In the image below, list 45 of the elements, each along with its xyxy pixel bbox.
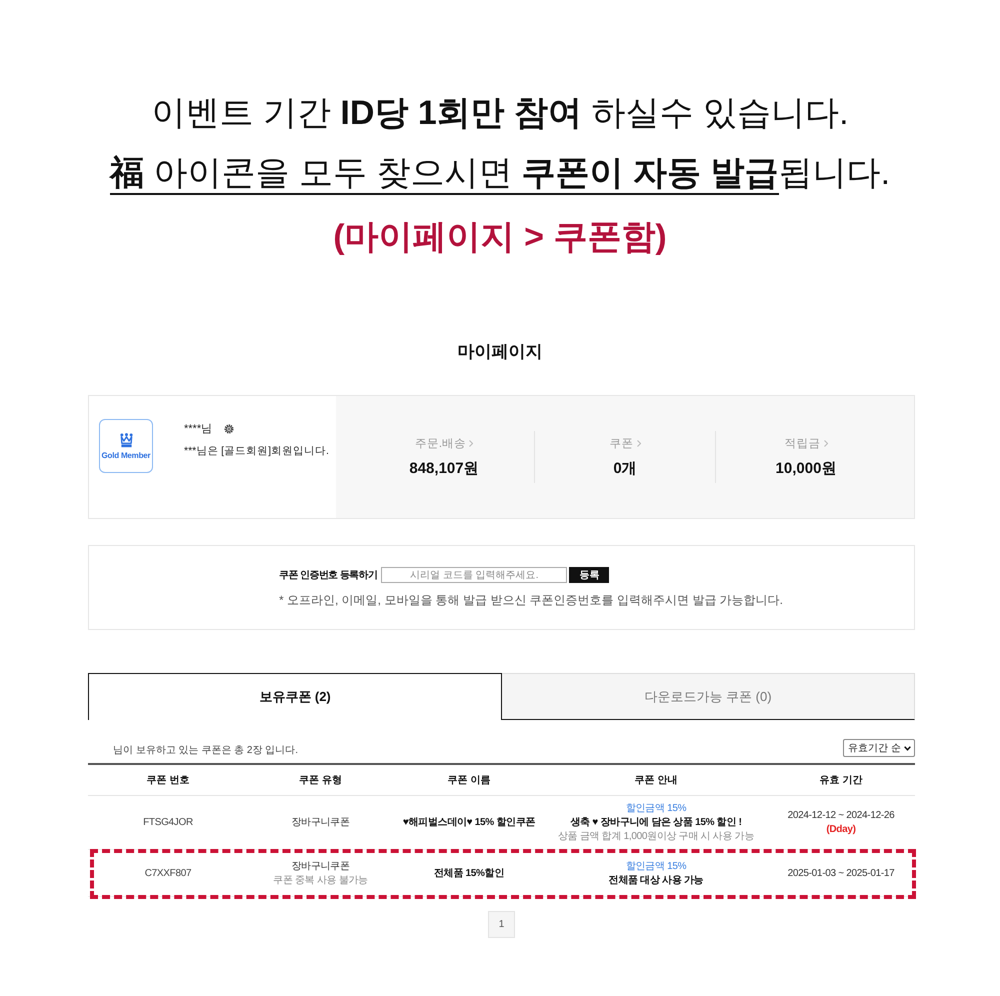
register-label: 쿠폰 인증번호 등록하기 [279,569,378,582]
column-header: 쿠폰 안내 [634,774,678,787]
chevron-icon [469,440,474,447]
coupon-description: 생축 ♥ 장바구니에 담은 상품 15% 할인 ! [570,816,742,829]
coupon-type-note: 쿠폰 중복 사용 불가능 [273,874,368,886]
usage-condition: 상품 금액 합계 1,000원이상 구매 시 사용 가능 [558,830,754,843]
notice-text: 이벤트 기간 ID당 1회만 참여 하실수 있습니다. [150,93,850,134]
chevron-icon [636,440,640,447]
stat-value: 10,000원 [776,460,836,478]
coupon-name: ♥해피벌스데이♥ 15% 할인쿠폰 [402,816,536,829]
caret-icon [904,746,911,750]
register-button[interactable]: 등록 [569,567,610,583]
discount-amount: 할인금액 15% [626,860,686,872]
member-badge: Gold Member [99,419,153,473]
column-header: 쿠폰 유형 [298,774,343,787]
grade-text: ***님은 [골드회원]회원입니다. [184,444,329,458]
coupon-description: 전체품 대상 사용 가능 [608,874,704,886]
column-header: 쿠폰 번호 [146,774,190,787]
discount-amount: 할인금액 15% [626,802,686,815]
coupon-number: FTSG4JOR [143,816,193,829]
page-title: 마이페이지 [456,341,544,363]
column-header: 유효 기간 [818,774,864,787]
page-button[interactable]: 1 [488,911,515,938]
dday-label: (Dday) [826,823,856,836]
notice-text: 福 아이콘을 모두 찾으시면 쿠폰이 자동 발급됩니다. [0,144,1000,206]
validity-period: 2025-01-03 ~ 2025-01-17 [788,866,894,880]
coupon-tab[interactable]: 보유쿠폰 (2) [88,673,502,720]
member-name: ****님 [184,422,212,436]
coupon-tab[interactable]: 다운로드가능 쿠폰 (0) [502,673,915,720]
notice-text: (마이페이지 > 쿠폰함) [332,217,668,258]
chevron-icon [824,440,828,447]
coupon-number: C7XXF807 [144,866,192,880]
settings-icon[interactable] [224,424,234,434]
stat-value: 0개 [613,460,637,478]
sort-dropdown[interactable]: 유효기간 순 [843,739,915,757]
crown-icon [120,432,132,448]
coupon-type: 장바구니쿠폰 [291,816,350,829]
coupon-type: 장바구니쿠폰 [291,860,350,872]
validity-period: 2024-12-12 ~ 2024-12-26 [788,809,894,822]
column-header: 쿠폰 이름 [446,774,492,787]
register-note: * 오프라인, 이메일, 모바일을 통해 발급 받으신 쿠폰인증번호를 입력해주시면 발급 가능합니다. [279,592,784,608]
stat-value: 848,107원 [409,460,479,478]
serial-code-input[interactable]: 시리얼 코드를 입력해주세요. [381,567,568,583]
coupon-summary: 님이 보유하고 있는 쿠폰은 총 2장 입니다. [113,744,298,757]
coupon-name: 전체품 15%할인 [434,866,504,880]
